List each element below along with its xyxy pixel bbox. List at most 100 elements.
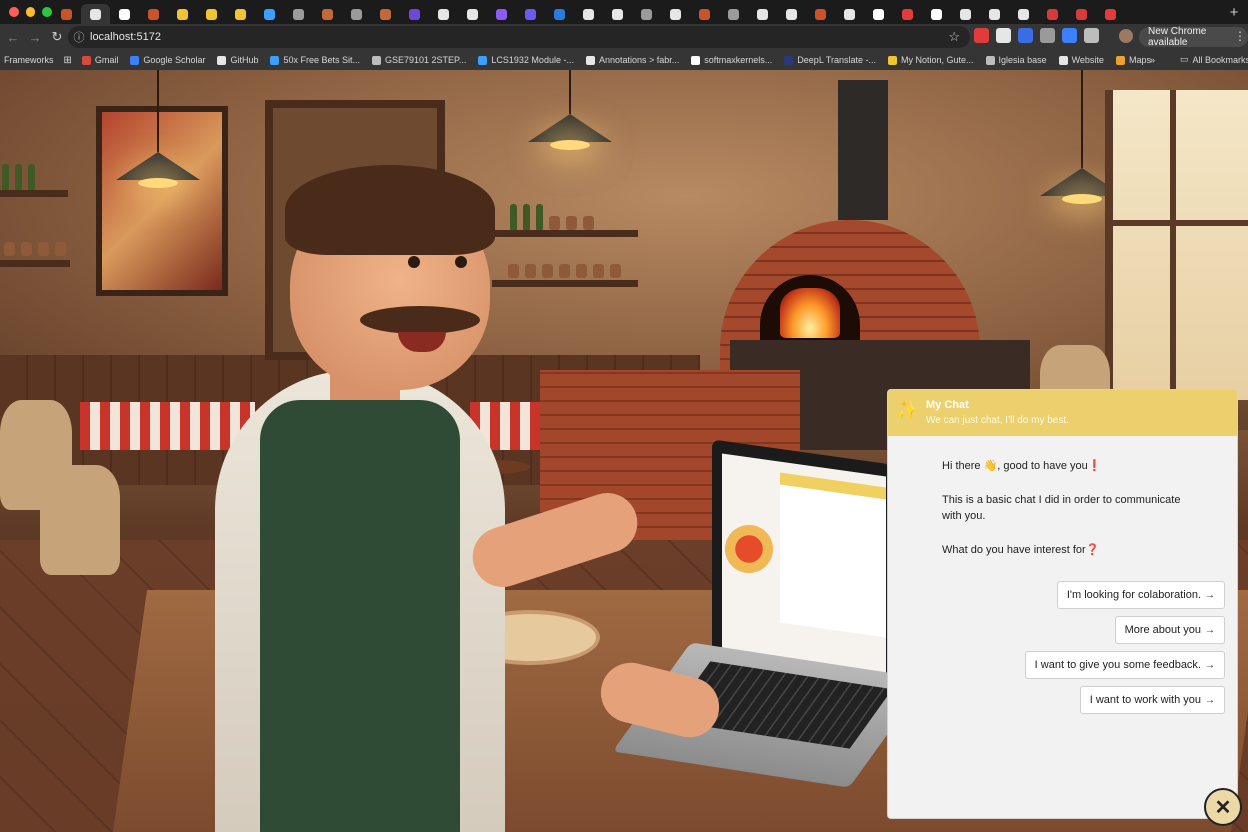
browser-tab[interactable] <box>168 4 197 24</box>
browser-tab[interactable] <box>980 4 1009 24</box>
close-window-button[interactable] <box>9 7 19 17</box>
bookmark-label: DeepL Translate -... <box>797 55 877 65</box>
forward-button[interactable]: → <box>24 30 46 45</box>
browser-tab[interactable] <box>81 4 110 24</box>
browser-tab[interactable] <box>545 4 574 24</box>
browser-tab[interactable] <box>603 4 632 24</box>
extension-icon[interactable] <box>974 28 989 43</box>
extension-icon[interactable] <box>996 28 1011 43</box>
chat-message: Hi there 👋, good to have you❗ <box>942 460 1102 472</box>
close-chat-button[interactable]: ✕ <box>1204 788 1242 826</box>
browser-tab[interactable] <box>400 4 429 24</box>
option-more-about-you-button[interactable]: More about you → <box>1114 616 1225 644</box>
bookmark-item[interactable]: Annotations > fabr... <box>585 55 679 65</box>
left-shelf-lower <box>0 260 70 267</box>
update-chrome-button[interactable]: New Chrome available <box>1139 26 1248 48</box>
bookmark-item[interactable]: Gmail <box>81 55 118 65</box>
back-button[interactable]: ← <box>2 30 24 45</box>
bookmark-star-icon[interactable]: ☆ <box>948 29 960 45</box>
browser-tab[interactable] <box>632 4 661 24</box>
browser-tab[interactable] <box>1096 4 1125 24</box>
tab-favicon-icon <box>380 8 391 20</box>
browser-tab[interactable] <box>574 4 603 24</box>
bookmark-item[interactable]: Google Scholar <box>130 55 205 65</box>
browser-tab[interactable] <box>487 4 516 24</box>
bookmark-item[interactable]: softmaxkernels... <box>691 55 772 65</box>
chat-messages: Hi there 👋, good to have you❗ This is a … <box>888 436 1237 558</box>
bookmark-favicon-icon <box>784 55 794 65</box>
browser-tab[interactable] <box>342 4 371 24</box>
bookmark-item[interactable]: My Notion, Gute... <box>888 55 974 65</box>
bookmark-item[interactable]: Iglesia base <box>985 55 1047 65</box>
browser-tab[interactable] <box>110 4 139 24</box>
browser-tab[interactable] <box>284 4 313 24</box>
bookmark-item[interactable]: Website <box>1058 55 1104 65</box>
browser-tab[interactable] <box>922 4 951 24</box>
folder-icon: ▭ <box>1180 54 1189 64</box>
browser-tab[interactable] <box>690 4 719 24</box>
extension-icon[interactable] <box>1084 28 1099 43</box>
extension-icon[interactable] <box>1018 28 1033 43</box>
bookmark-item[interactable]: GSE79101 2STEP... <box>372 55 466 65</box>
tab-favicon-icon <box>148 8 159 20</box>
bookmark-item[interactable]: GitHub <box>217 55 258 65</box>
tab-favicon-icon <box>496 8 507 20</box>
browser-tab[interactable] <box>864 4 893 24</box>
option-work-with-you-button[interactable]: I want to work with you → <box>1079 686 1225 714</box>
browser-tab[interactable] <box>255 4 284 24</box>
browser-tab[interactable] <box>661 4 690 24</box>
site-info-icon[interactable]: ⓘ <box>68 29 90 45</box>
browser-tab[interactable] <box>226 4 255 24</box>
extension-icon[interactable] <box>1062 28 1077 43</box>
option-collaboration-button[interactable]: I'm looking for colaboration. → <box>1056 581 1225 609</box>
browser-tab[interactable] <box>197 4 226 24</box>
bookmark-item[interactable]: DeepL Translate -... <box>784 55 876 65</box>
browser-tab[interactable] <box>951 4 980 24</box>
browser-tab[interactable] <box>371 4 400 24</box>
browser-tab[interactable] <box>1067 4 1096 24</box>
browser-tab[interactable] <box>835 4 864 24</box>
browser-tab[interactable] <box>458 4 487 24</box>
browser-tab[interactable] <box>806 4 835 24</box>
tab-favicon-icon <box>583 8 594 20</box>
browser-tab[interactable] <box>777 4 806 24</box>
menu-kebab-icon[interactable]: ⋮ <box>1234 29 1246 43</box>
browser-tab[interactable] <box>516 4 545 24</box>
browser-tab[interactable] <box>429 4 458 24</box>
profile-avatar[interactable] <box>1119 29 1133 43</box>
bookmark-favicon-icon <box>372 55 382 65</box>
apps-grid-icon[interactable]: ⊞ <box>64 55 72 66</box>
bookmark-item[interactable]: 50x Free Bets Sit... <box>270 55 360 65</box>
browser-tab[interactable] <box>1009 4 1038 24</box>
bookmark-frameworks[interactable]: Frameworks <box>0 55 54 65</box>
window-controls <box>0 7 53 17</box>
close-icon: ✕ <box>1214 796 1232 819</box>
bookmark-favicon-icon <box>1115 55 1125 65</box>
browser-tab[interactable] <box>1038 4 1067 24</box>
reload-button[interactable]: ↻ <box>46 29 68 45</box>
browser-tab[interactable] <box>893 4 922 24</box>
tab-favicon-icon <box>612 8 623 20</box>
chat-header: ✨ My Chat We can just chat, I'll do my b… <box>888 390 1237 436</box>
url-text[interactable]: localhost:5172 <box>90 31 161 43</box>
browser-tab[interactable] <box>313 4 342 24</box>
bookmark-item[interactable]: LCS1932 Module -... <box>478 55 574 65</box>
all-bookmarks-button[interactable]: ▭ All Bookmarks <box>1180 54 1248 65</box>
bookmark-favicon-icon <box>1058 55 1068 65</box>
browser-tab[interactable] <box>139 4 168 24</box>
browser-tab[interactable] <box>52 4 81 24</box>
browser-tab[interactable] <box>719 4 748 24</box>
address-bar[interactable]: ⓘ localhost:5172 ☆ <box>68 26 970 48</box>
maximize-window-button[interactable] <box>42 7 53 17</box>
new-tab-button[interactable]: + <box>1220 4 1248 21</box>
option-feedback-button[interactable]: I want to give you some feedback. → <box>1024 651 1225 679</box>
option-label: More about you <box>1124 624 1201 636</box>
browser-tab[interactable] <box>748 4 777 24</box>
bookmark-item[interactable]: Maps <box>1115 55 1151 65</box>
extension-icon[interactable] <box>1040 28 1055 43</box>
minimize-window-button[interactable] <box>25 7 36 17</box>
tab-favicon-icon <box>699 8 710 20</box>
bookmark-label: softmaxkernels... <box>704 55 773 65</box>
checkered-table-left <box>80 402 255 450</box>
bookmarks-overflow-icon[interactable]: » <box>1150 55 1155 65</box>
